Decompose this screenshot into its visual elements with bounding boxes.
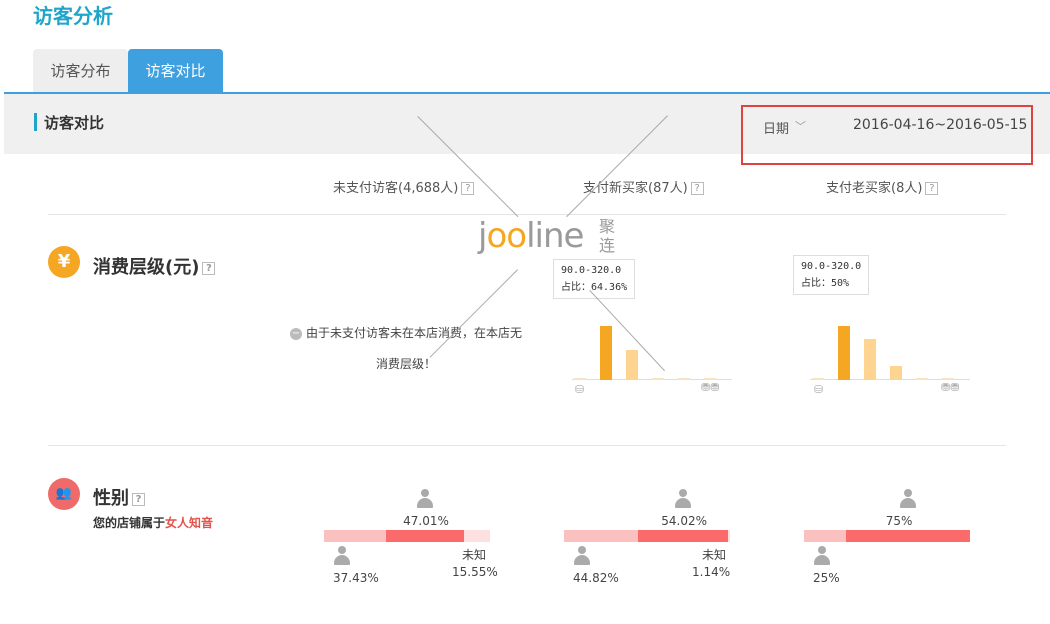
help-icon[interactable]: ? bbox=[461, 182, 475, 195]
date-range-value[interactable]: 2016-04-16~2016-05-15 bbox=[853, 117, 1027, 133]
tooltip-ratio: 占比：50% bbox=[801, 278, 850, 289]
watermark-cn: 聚连 bbox=[599, 217, 616, 255]
shop-type: 女人知音 bbox=[165, 516, 214, 530]
consumption-bar[interactable] bbox=[574, 378, 586, 380]
column-label: 支付老买家(8人) bbox=[826, 181, 923, 196]
unknown-label: 未知 bbox=[462, 548, 487, 562]
male-icon bbox=[333, 546, 351, 566]
consumption-bar[interactable] bbox=[890, 365, 902, 380]
coin-stack-icon: ⛃⛃ bbox=[941, 381, 960, 394]
gender-title: 性别? bbox=[93, 484, 145, 510]
female-icon bbox=[416, 489, 434, 509]
consumption-bar[interactable] bbox=[942, 377, 954, 380]
unpaid-note: − 由于未支付访客未在本店消费，在本店无 bbox=[290, 324, 522, 341]
consumption-chart-old-buyers bbox=[810, 320, 970, 380]
date-filter[interactable]: 日期 ﹀ 2016-04-16~2016-05-15 bbox=[741, 105, 1033, 165]
male-icon bbox=[813, 546, 831, 566]
tooltip-range: 90.0-320.0 bbox=[801, 261, 862, 272]
consumption-title-text: 消费层级(元) bbox=[93, 257, 200, 278]
unpaid-note-line2: 消费层级！ bbox=[376, 357, 437, 371]
consumption-bar[interactable] bbox=[600, 326, 612, 380]
female-percent: 75% bbox=[885, 514, 913, 528]
female-icon bbox=[899, 489, 917, 509]
female-icon bbox=[674, 489, 692, 509]
unknown-label: 未知 bbox=[702, 548, 727, 562]
watermark-oo: oo bbox=[486, 216, 527, 256]
coin-stack-icon: ⛃⛃ bbox=[701, 381, 720, 394]
help-icon[interactable]: ? bbox=[132, 492, 145, 506]
users-icon: 👥 bbox=[48, 478, 80, 510]
gender-bar-male[interactable] bbox=[324, 530, 387, 542]
male-percent: 25% bbox=[813, 571, 840, 585]
unknown-percent: 1.14% bbox=[692, 565, 731, 579]
coin-low-icon: ⛁ bbox=[575, 383, 585, 396]
tab-bar: 访客分布 访客对比 bbox=[33, 49, 223, 93]
coin-low-icon: ⛁ bbox=[814, 383, 824, 396]
consumption-bar[interactable] bbox=[626, 349, 638, 380]
female-percent: 54.02% bbox=[661, 514, 707, 528]
column-header-old-buyers: 支付老买家(8人)? bbox=[826, 177, 939, 196]
tooltip-new-buyers: 90.0-320.0 占比：64.36% bbox=[553, 259, 636, 299]
gender-bar-female[interactable] bbox=[638, 530, 729, 542]
watermark-line bbox=[429, 269, 518, 358]
gender-title-text: 性别 bbox=[93, 488, 129, 509]
consumption-bar[interactable] bbox=[812, 377, 824, 380]
watermark-post: line bbox=[526, 216, 584, 256]
consumption-chart-new-buyers bbox=[572, 320, 732, 380]
help-icon[interactable]: ? bbox=[202, 261, 216, 275]
tooltip-old-buyers: 90.0-320.0 占比：50% bbox=[793, 255, 870, 295]
help-icon[interactable]: ? bbox=[690, 182, 704, 195]
column-header-unpaid: 未支付访客(4,688人)? bbox=[333, 177, 475, 196]
gender-bar-unknown[interactable] bbox=[728, 530, 730, 542]
watermark-logo: jooline bbox=[478, 216, 584, 256]
unknown-percent: 15.55% bbox=[452, 565, 498, 579]
section-marker bbox=[34, 113, 37, 131]
chevron-down-icon[interactable]: ﹀ bbox=[795, 118, 806, 134]
consumption-bar[interactable] bbox=[916, 377, 928, 380]
tooltip-range: 90.0-320.0 bbox=[561, 265, 622, 276]
section-title: 访客对比 bbox=[44, 114, 105, 132]
consumption-bar[interactable] bbox=[838, 326, 850, 380]
unpaid-note-line1: 由于未支付访客未在本店消费，在本店无 bbox=[306, 326, 523, 340]
divider bbox=[48, 214, 1006, 215]
divider bbox=[48, 445, 1006, 446]
tab-visitor-comparison[interactable]: 访客对比 bbox=[128, 49, 223, 93]
male-icon bbox=[573, 546, 591, 566]
consumption-title: 消费层级(元)? bbox=[93, 253, 216, 279]
column-label: 未支付访客(4,688人) bbox=[333, 181, 459, 196]
tab-visitor-distribution[interactable]: 访客分布 bbox=[33, 49, 128, 93]
female-percent: 47.01% bbox=[403, 514, 449, 528]
yuan-icon: ¥ bbox=[48, 246, 80, 278]
consumption-bar[interactable] bbox=[864, 338, 876, 380]
consumption-bar[interactable] bbox=[652, 378, 664, 380]
shop-type-tag: 您的店铺属于女人知音 bbox=[93, 514, 213, 531]
shop-prefix: 您的店铺属于 bbox=[93, 516, 166, 530]
date-label: 日期 bbox=[763, 122, 790, 137]
gender-bar-female[interactable] bbox=[845, 530, 970, 542]
gender-bar-male[interactable] bbox=[804, 530, 846, 542]
consumption-bar[interactable] bbox=[704, 378, 716, 380]
gender-bar-female[interactable] bbox=[386, 530, 465, 542]
help-icon[interactable]: ? bbox=[925, 182, 939, 195]
male-percent: 44.82% bbox=[573, 571, 619, 585]
male-percent: 37.43% bbox=[333, 571, 379, 585]
gender-bar-unknown[interactable] bbox=[464, 530, 490, 542]
gender-bar-male[interactable] bbox=[564, 530, 639, 542]
page-title: 访客分析 bbox=[33, 4, 113, 28]
minus-circle-icon: − bbox=[290, 327, 302, 340]
consumption-bar[interactable] bbox=[678, 378, 690, 380]
